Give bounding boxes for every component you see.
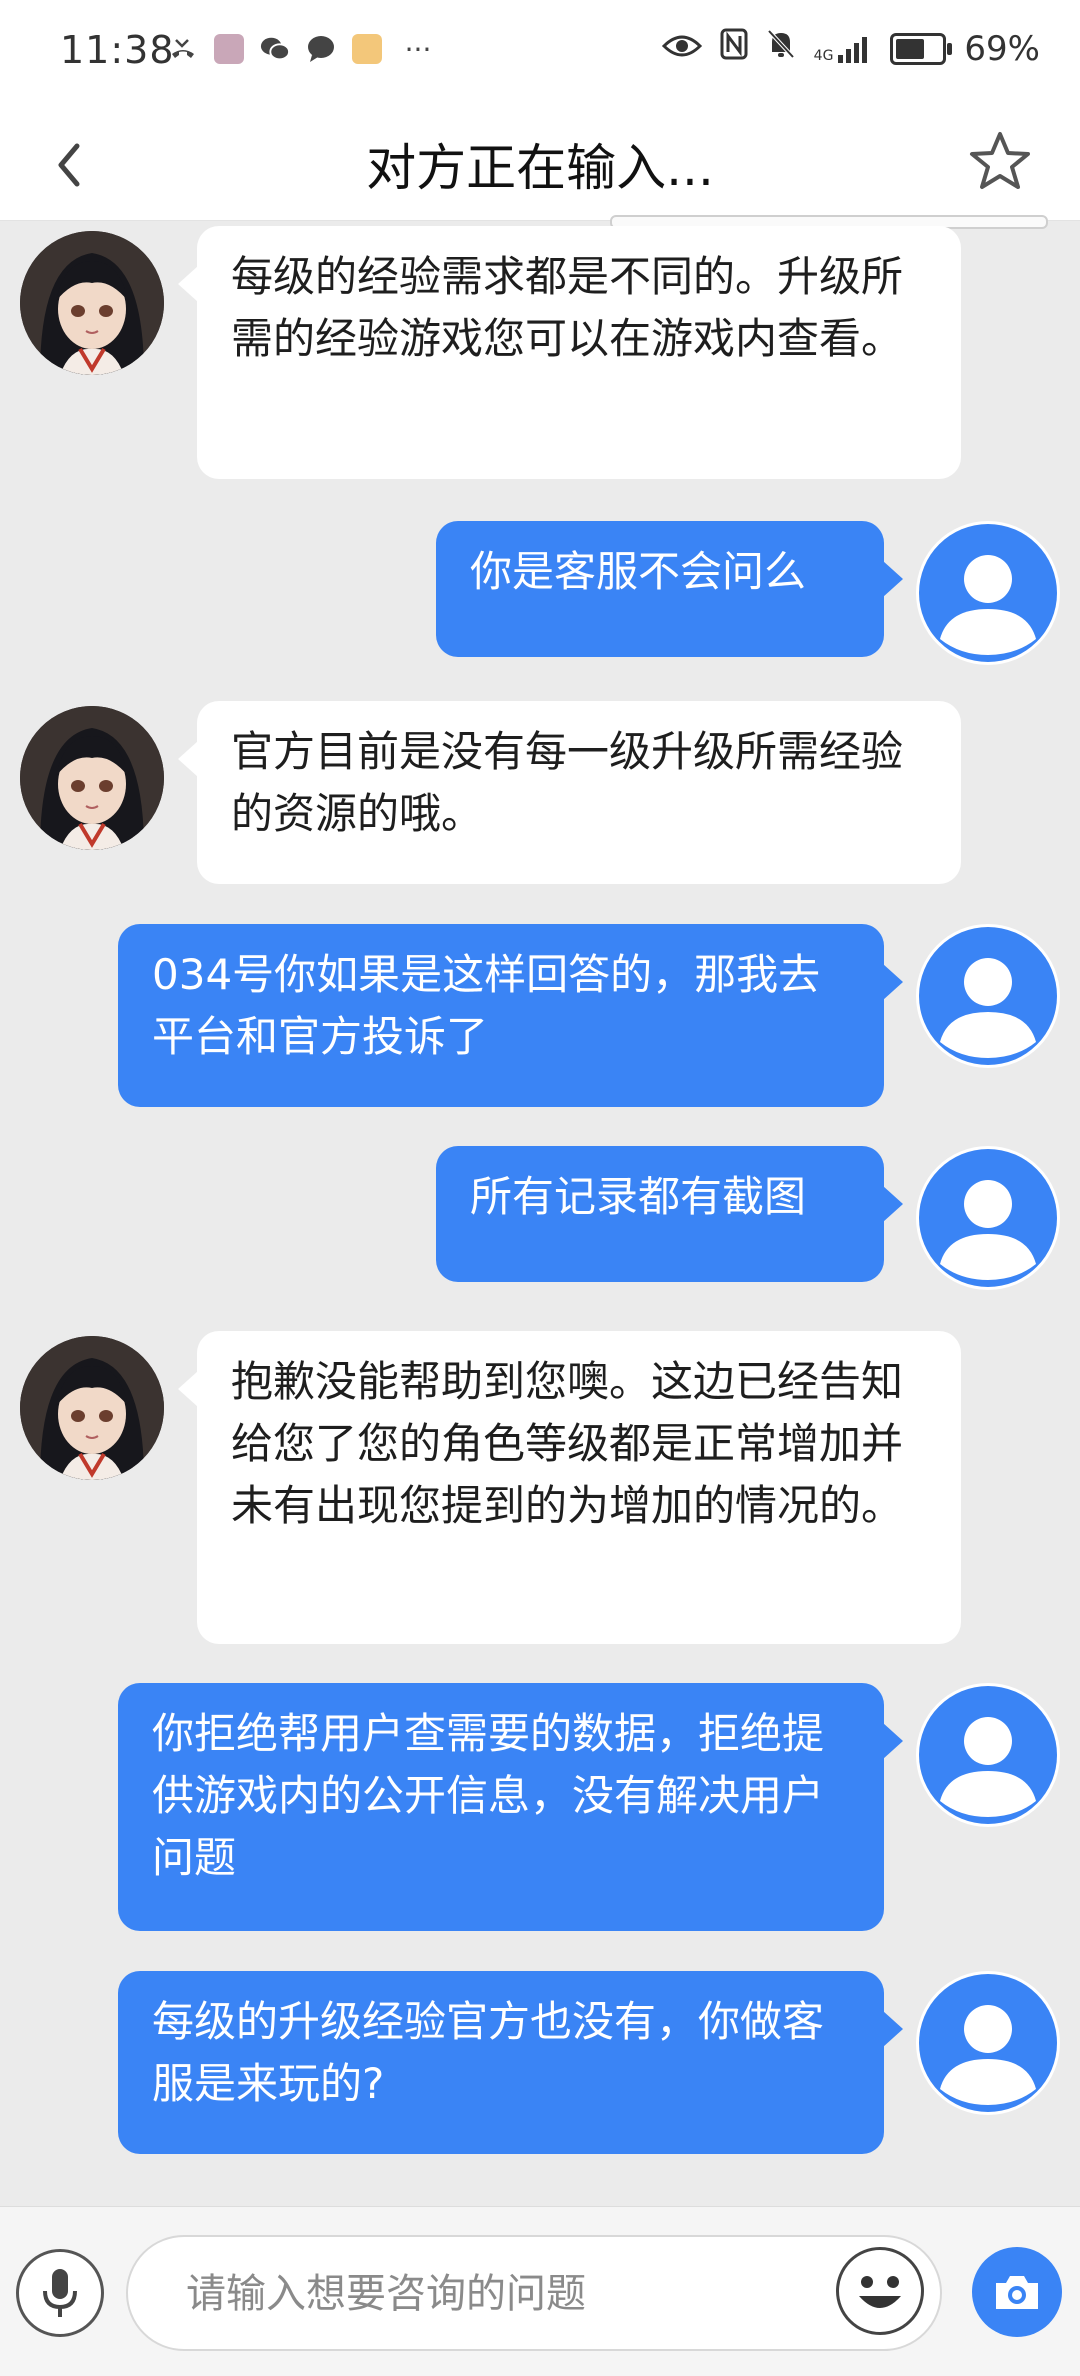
bubble-tail bbox=[883, 1186, 903, 1222]
voice-button[interactable] bbox=[16, 2249, 104, 2337]
bubble-tail bbox=[883, 964, 903, 1000]
message-row-user: 034号你如果是这样回答的，那我去平台和官方投诉了 bbox=[0, 924, 1080, 1107]
more-notifications-icon: ··· bbox=[404, 32, 432, 66]
notification-icons: ··· bbox=[168, 32, 438, 66]
bubble-tail bbox=[178, 266, 198, 302]
input-bar bbox=[0, 2206, 1080, 2376]
message-row-user: 每级的升级经验官方也没有，你做客服是来玩的? bbox=[0, 1971, 1080, 2154]
signal-icon: 4G bbox=[814, 35, 873, 63]
missed-call-icon bbox=[168, 34, 198, 64]
battery-percent: 69% bbox=[964, 28, 1040, 69]
nfc-icon bbox=[720, 28, 748, 69]
wechat-icon bbox=[260, 34, 290, 64]
nav-bar: 对方正在输入... bbox=[0, 110, 1080, 229]
camera-button[interactable] bbox=[972, 2247, 1062, 2337]
page-title: 对方正在输入... bbox=[366, 139, 714, 197]
message-bubble[interactable]: 你拒绝帮用户查需要的数据，拒绝提供游戏内的公开信息，没有解决用户问题 bbox=[118, 1683, 884, 1931]
chat-area[interactable]: 每级的经验需求都是不同的。升级所需的经验游戏您可以在游戏内查看。你是客服不会问么… bbox=[0, 221, 1080, 2206]
favorite-button[interactable] bbox=[960, 122, 1040, 202]
user-avatar[interactable] bbox=[916, 1683, 1060, 1827]
message-row-user: 你是客服不会问么 bbox=[0, 521, 1080, 665]
agent-avatar[interactable] bbox=[20, 706, 164, 850]
microphone-icon bbox=[43, 2269, 77, 2317]
status-bar: 11:38 ··· 4G 69% bbox=[0, 0, 1080, 110]
message-row-agent: 每级的经验需求都是不同的。升级所需的经验游戏您可以在游戏内查看。 bbox=[0, 226, 1080, 479]
message-icon bbox=[306, 34, 336, 64]
message-row-user: 所有记录都有截图 bbox=[0, 1146, 1080, 1290]
game-app-icon bbox=[214, 34, 244, 64]
user-avatar[interactable] bbox=[916, 521, 1060, 665]
message-bubble[interactable]: 你是客服不会问么 bbox=[436, 521, 884, 657]
message-bubble[interactable]: 抱歉没能帮助到您噢。这边已经告知给您了您的角色等级都是正常增加并未有出现您提到的… bbox=[197, 1331, 961, 1644]
message-input[interactable] bbox=[184, 2261, 748, 2327]
user-avatar[interactable] bbox=[916, 924, 1060, 1068]
system-icons: 4G 69% bbox=[661, 28, 1040, 69]
message-input-container[interactable] bbox=[126, 2235, 942, 2351]
user-avatar[interactable] bbox=[916, 1146, 1060, 1290]
message-bubble[interactable]: 每级的升级经验官方也没有，你做客服是来玩的? bbox=[118, 1971, 884, 2154]
emoji-button[interactable] bbox=[836, 2247, 924, 2335]
eye-comfort-icon bbox=[661, 29, 702, 69]
emoji-icon bbox=[859, 2276, 901, 2308]
bubble-tail bbox=[178, 741, 198, 777]
status-time: 11:38 bbox=[60, 28, 175, 72]
message-row-agent: 官方目前是没有每一级升级所需经验的资源的哦。 bbox=[0, 701, 1080, 884]
bubble-tail bbox=[883, 2011, 903, 2047]
bubble-tail bbox=[883, 561, 903, 597]
mute-icon bbox=[766, 28, 796, 69]
message-bubble[interactable]: 官方目前是没有每一级升级所需经验的资源的哦。 bbox=[197, 701, 961, 884]
message-row-user: 你拒绝帮用户查需要的数据，拒绝提供游戏内的公开信息，没有解决用户问题 bbox=[0, 1683, 1080, 1931]
bubble-tail bbox=[883, 1723, 903, 1759]
message-bubble[interactable]: 每级的经验需求都是不同的。升级所需的经验游戏您可以在游戏内查看。 bbox=[197, 226, 961, 479]
agent-avatar[interactable] bbox=[20, 231, 164, 375]
camera-icon bbox=[996, 2276, 1038, 2309]
message-row-agent: 抱歉没能帮助到您噢。这边已经告知给您了您的角色等级都是正常增加并未有出现您提到的… bbox=[0, 1331, 1080, 1644]
bubble-tail bbox=[178, 1371, 198, 1407]
battery-icon bbox=[890, 32, 953, 65]
user-avatar[interactable] bbox=[916, 1971, 1060, 2115]
message-bubble[interactable]: 034号你如果是这样回答的，那我去平台和官方投诉了 bbox=[118, 924, 884, 1107]
agent-avatar[interactable] bbox=[20, 1336, 164, 1480]
message-bubble[interactable]: 所有记录都有截图 bbox=[436, 1146, 884, 1282]
app-notification-icon bbox=[352, 34, 382, 64]
network-type: 4G bbox=[813, 47, 834, 64]
star-icon bbox=[970, 132, 1030, 189]
